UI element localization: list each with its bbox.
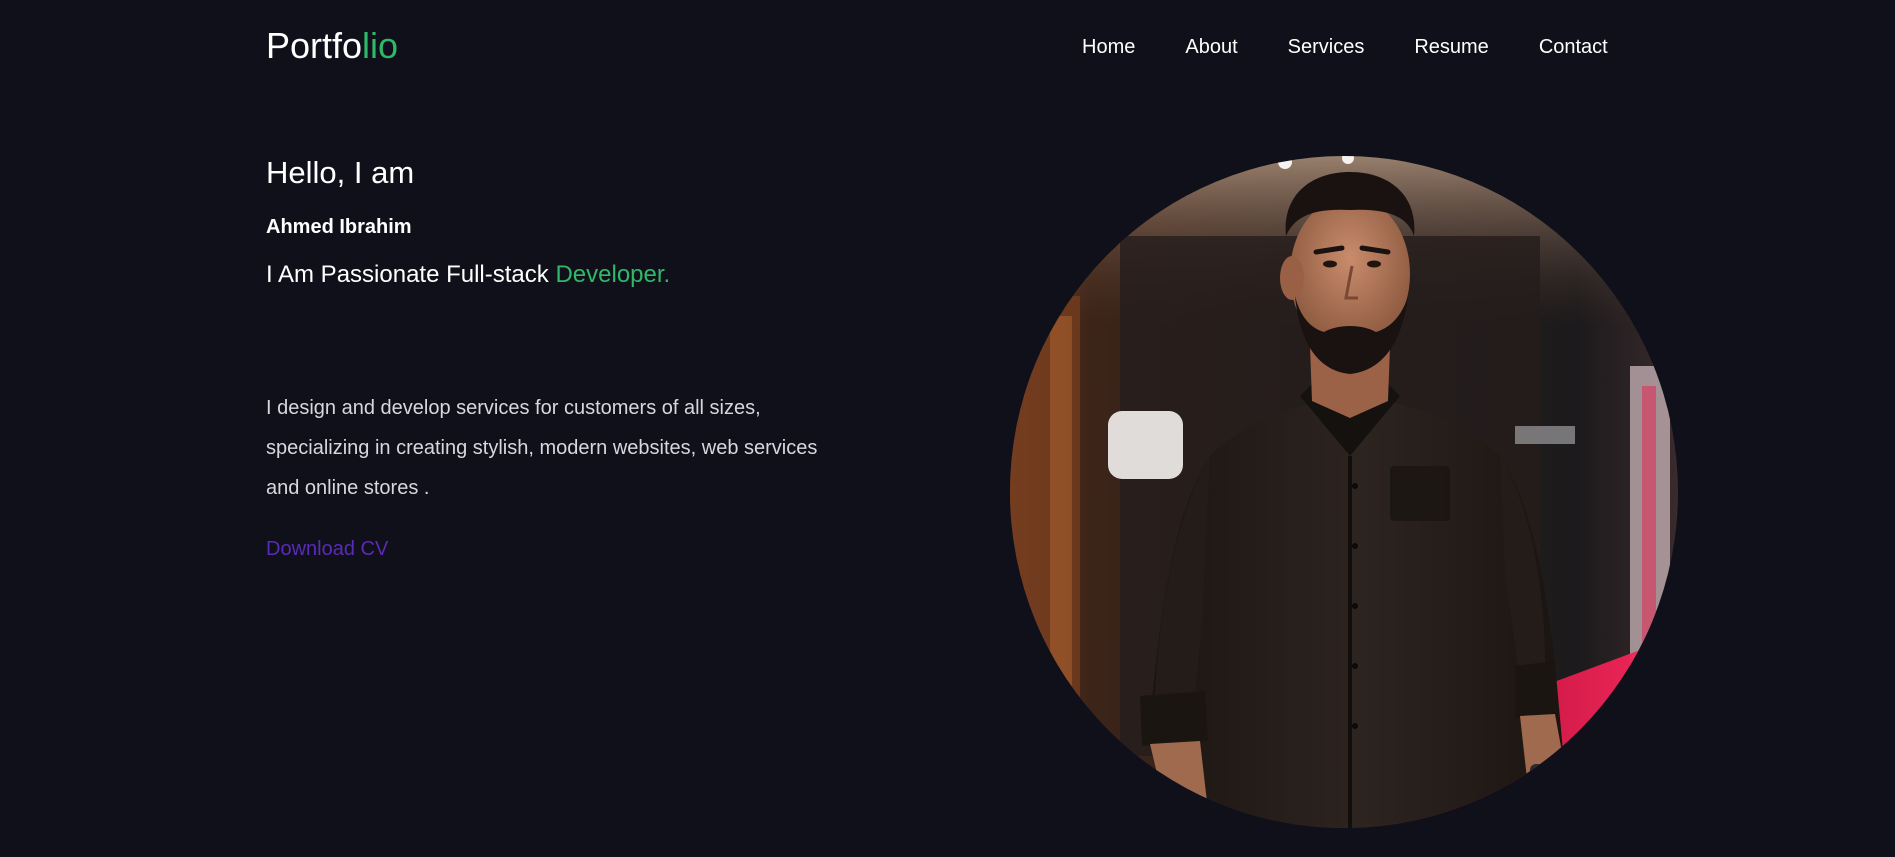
hero-description: I design and develop services for custom… <box>266 397 818 499</box>
tagline-main-text: I Am Passionate Full-stack <box>266 261 556 288</box>
logo[interactable]: Portfolio <box>266 24 398 68</box>
nav-link-contact[interactable]: Contact <box>1539 34 1608 60</box>
download-cv-link[interactable]: Download CV <box>266 536 388 562</box>
tagline-accent-text: Developer. <box>555 261 671 288</box>
hero-greeting: Hello, I am <box>266 155 415 190</box>
main-nav: Home About Services Resume Contact <box>1082 34 1608 60</box>
profile-photo-illustration <box>1010 156 1678 828</box>
nav-link-about[interactable]: About <box>1185 34 1237 60</box>
logo-main-text: Portfo <box>266 25 363 66</box>
hero-tagline: I Am Passionate Full-stack Developer. <box>266 260 670 290</box>
hero-name: Ahmed Ibrahim <box>266 216 412 238</box>
profile-photo <box>1010 156 1678 828</box>
logo-accent-text: lio <box>362 25 399 66</box>
nav-link-resume[interactable]: Resume <box>1414 34 1488 60</box>
portfolio-page: Portfolio Home About Services Resume Con… <box>0 0 1895 857</box>
nav-link-home[interactable]: Home <box>1082 34 1135 60</box>
nav-link-services[interactable]: Services <box>1288 34 1365 60</box>
